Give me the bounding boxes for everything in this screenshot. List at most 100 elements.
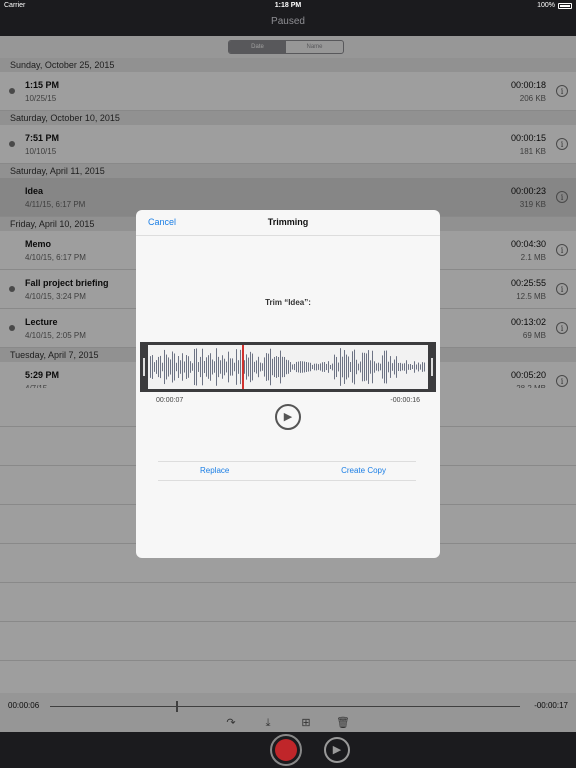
waveform-bar bbox=[374, 361, 375, 373]
waveform-bar bbox=[300, 361, 301, 373]
waveform-bar bbox=[324, 362, 325, 372]
waveform-bar bbox=[326, 363, 327, 371]
waveform-bar bbox=[420, 364, 421, 370]
waveform-bar bbox=[228, 351, 229, 383]
waveform-bar bbox=[258, 356, 259, 378]
waveform-bar bbox=[158, 356, 159, 378]
waveform-bar bbox=[186, 355, 187, 379]
waveform-bar bbox=[334, 354, 335, 380]
waveform-bar bbox=[162, 362, 163, 372]
waveform-bar bbox=[344, 350, 345, 384]
waveform-bar bbox=[202, 348, 203, 386]
waveform-graphic bbox=[150, 348, 425, 386]
waveform-bar bbox=[336, 356, 337, 378]
waveform-bar bbox=[238, 360, 239, 374]
waveform-bar bbox=[214, 361, 215, 373]
waveform-bar bbox=[390, 356, 391, 378]
waveform-bar bbox=[206, 357, 207, 377]
trim-actions: Replace Create Copy bbox=[158, 461, 416, 481]
waveform-bar bbox=[394, 359, 395, 375]
battery-percent: 100% bbox=[537, 2, 555, 9]
trim-remaining: -00:00:16 bbox=[390, 397, 420, 404]
status-bar: Carrier 1:18 PM 100% bbox=[0, 0, 576, 12]
waveform-bar bbox=[196, 348, 197, 386]
waveform-bar bbox=[376, 363, 377, 371]
waveform-bar bbox=[422, 362, 423, 372]
battery-status: 100% bbox=[537, 0, 572, 12]
record-bar: ▶ bbox=[0, 732, 576, 768]
replace-button[interactable]: Replace bbox=[200, 466, 229, 475]
waveform-bar bbox=[152, 355, 153, 379]
record-icon[interactable] bbox=[270, 734, 302, 766]
waveform-bar bbox=[184, 361, 185, 373]
waveform-bar bbox=[230, 358, 231, 376]
waveform-bar bbox=[220, 360, 221, 374]
waveform-bar bbox=[252, 353, 253, 381]
waveform-bar bbox=[190, 361, 191, 373]
waveform-bar bbox=[160, 355, 161, 379]
dialog-header: Cancel Trimming bbox=[136, 210, 440, 236]
waveform-bar bbox=[398, 362, 399, 372]
waveform-bar bbox=[216, 348, 217, 386]
waveform-bar bbox=[246, 354, 247, 380]
trim-end-handle[interactable] bbox=[428, 342, 436, 392]
waveform-bar bbox=[378, 362, 379, 372]
waveform-bar bbox=[354, 349, 355, 385]
waveform-bar bbox=[166, 354, 167, 380]
waveform-bar bbox=[174, 353, 175, 381]
waveform-bar bbox=[402, 363, 403, 371]
waveform-bar bbox=[274, 356, 275, 378]
waveform-bar bbox=[318, 364, 319, 370]
waveform-bar bbox=[396, 356, 397, 378]
waveform-bar bbox=[416, 364, 417, 370]
waveform-bar bbox=[370, 360, 371, 374]
waveform-bar bbox=[406, 360, 407, 374]
battery-icon bbox=[558, 3, 572, 9]
waveform-bar bbox=[356, 359, 357, 375]
waveform-bar bbox=[348, 356, 349, 378]
waveform-bar bbox=[414, 361, 415, 373]
waveform-bar bbox=[266, 353, 267, 381]
waveform bbox=[148, 345, 428, 389]
waveform-bar bbox=[156, 360, 157, 374]
waveform-bar bbox=[164, 349, 165, 385]
trim-label: Trim “Idea”: bbox=[265, 298, 311, 307]
waveform-bar bbox=[168, 357, 169, 377]
waveform-bar bbox=[340, 348, 341, 386]
waveform-trimmer[interactable] bbox=[140, 342, 436, 392]
create-copy-button[interactable]: Create Copy bbox=[341, 466, 386, 475]
waveform-bar bbox=[278, 356, 279, 378]
waveform-bar bbox=[342, 356, 343, 378]
waveform-bar bbox=[276, 356, 277, 378]
waveform-bar bbox=[350, 361, 351, 373]
waveform-bar bbox=[250, 351, 251, 383]
waveform-bar bbox=[182, 353, 183, 381]
waveform-bar bbox=[218, 356, 219, 378]
waveform-bar bbox=[362, 352, 363, 382]
waveform-bar bbox=[310, 362, 311, 372]
trim-elapsed: 00:00:07 bbox=[156, 397, 184, 404]
trim-start-handle[interactable] bbox=[140, 342, 148, 392]
waveform-bar bbox=[386, 350, 387, 384]
waveform-bar bbox=[244, 360, 245, 374]
waveform-bar bbox=[172, 351, 173, 383]
waveform-bar bbox=[332, 363, 333, 371]
waveform-bar bbox=[298, 361, 299, 373]
waveform-bar bbox=[294, 363, 295, 371]
waveform-bar bbox=[248, 357, 249, 377]
play-icon[interactable]: ▶ bbox=[324, 737, 350, 763]
waveform-bar bbox=[284, 356, 285, 378]
play-icon[interactable]: ▶ bbox=[275, 404, 301, 430]
waveform-bar bbox=[352, 351, 353, 383]
waveform-bar bbox=[204, 360, 205, 374]
waveform-bar bbox=[330, 364, 331, 370]
waveform-bar bbox=[322, 362, 323, 372]
waveform-bar bbox=[372, 350, 373, 384]
waveform-bar bbox=[312, 364, 313, 370]
waveform-bar bbox=[408, 364, 409, 370]
waveform-bar bbox=[254, 361, 255, 373]
waveform-bar bbox=[384, 350, 385, 384]
waveform-bar bbox=[382, 355, 383, 379]
waveform-bar bbox=[306, 362, 307, 372]
trim-playhead[interactable] bbox=[242, 345, 244, 389]
